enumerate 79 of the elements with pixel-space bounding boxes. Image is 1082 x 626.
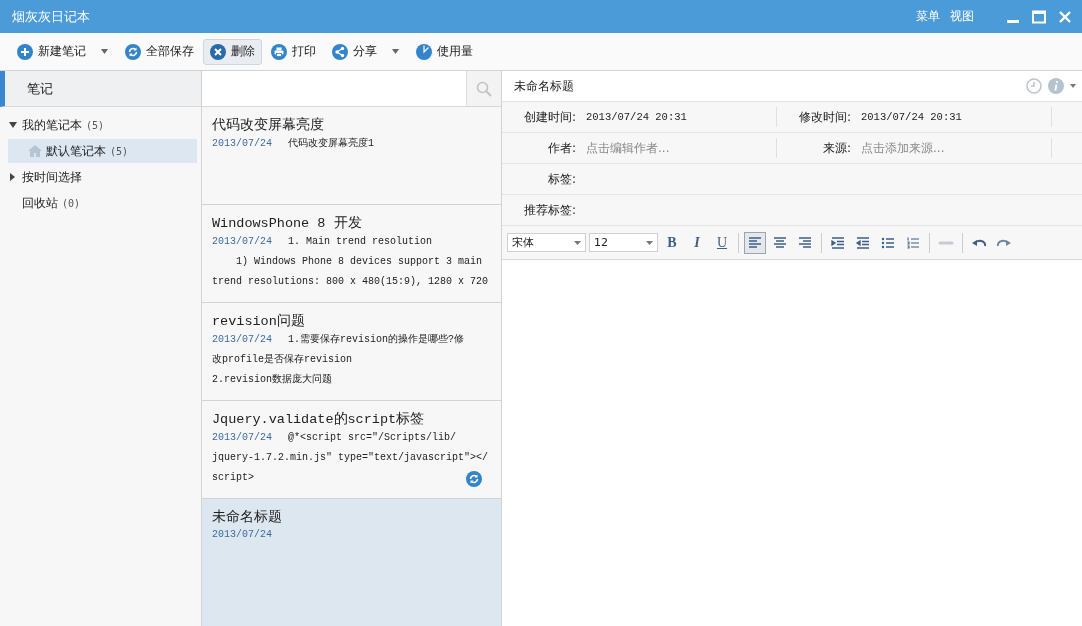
note-title: revision问题	[212, 312, 306, 330]
tree-item[interactable]: 默认笔记本 (5)	[8, 139, 197, 163]
field-label: 来源:	[821, 139, 852, 157]
count-label: (5)	[110, 145, 129, 157]
note-excerpt: 1.需要保存revision的操作是哪些?修	[288, 333, 465, 347]
note-excerpt: script>	[212, 471, 255, 485]
note-date: 2013/07/24	[212, 528, 272, 542]
note-title: WindowsPhone 8 开发	[212, 215, 363, 232]
notebook-label: 回收站	[22, 194, 58, 212]
toolbar-button[interactable]: 删除	[203, 38, 262, 65]
note-excerpt: @*<script src="/Scripts/lib/	[288, 431, 457, 445]
field-label: 作者:	[546, 139, 577, 157]
note-title: 代码改变屏幕亮度	[212, 116, 325, 134]
field-label: 推荐标签:	[522, 201, 577, 219]
note-item[interactable]: WindowsPhone 8 开发 2013/07/24 1. Main trend resolution 1) Windows Phone 8 devices support 3 main trend resolutions: 800 x 480(15:9), 1280 x 720	[202, 205, 501, 303]
note-excerpt: jquery-1.7.2.min.js" type="text/javascript"></	[212, 451, 490, 465]
refresh-icon	[125, 43, 141, 60]
note-item[interactable]: 代码改变屏幕亮度 2013/07/24 代码改变屏幕亮度1	[202, 107, 501, 205]
maximize-icon[interactable]	[1032, 9, 1046, 24]
caret-icon[interactable]	[1070, 84, 1076, 88]
count-label: (0)	[62, 197, 81, 209]
input-field[interactable]: 点击添加来源...	[861, 139, 945, 157]
align-left-icon	[747, 234, 763, 251]
toolbar-button[interactable]: 使用量	[409, 38, 480, 65]
caret-icon	[646, 240, 653, 245]
tree-item[interactable]: 按时间选择	[8, 165, 197, 189]
note-excerpt: trend resolutions: 800 x 480(15:9), 1280 x 720	[212, 275, 490, 289]
input-field[interactable]: 点击编辑作者...	[586, 139, 670, 157]
note-title: 未命名标题	[212, 508, 283, 526]
note-date: 2013/07/24	[212, 137, 272, 151]
share-icon	[332, 43, 348, 60]
caret-icon[interactable]	[392, 49, 399, 54]
note-item[interactable]: revision问题 2013/07/24 1.需要保存revision的操作是哪些?修 改profile是否保存revision 2.revision数据庞大问题	[202, 303, 501, 401]
size-select[interactable]: 12	[589, 233, 658, 252]
align-right-icon	[797, 234, 813, 251]
underline-button[interactable]: U	[711, 231, 733, 254]
close-icon[interactable]	[1058, 9, 1072, 24]
toolbar-button[interactable]: 新建笔记	[10, 38, 93, 65]
note-date: 2013/07/24	[212, 235, 272, 249]
notebook-label: 默认笔记本	[46, 142, 106, 160]
field-label: 标签:	[546, 170, 577, 188]
search-field[interactable]	[202, 71, 467, 107]
note-excerpt: 改profile是否保存revision	[212, 353, 353, 367]
link-icon	[938, 239, 954, 246]
caret-icon	[574, 240, 581, 245]
align-button[interactable]	[744, 231, 766, 254]
note-date: 2013/07/24	[212, 333, 272, 347]
caret-icon[interactable]	[101, 49, 108, 54]
plus-icon	[17, 43, 33, 60]
toolbar-button[interactable]: 分享	[325, 38, 384, 65]
tree-item[interactable]: 我的笔记本 (5)	[8, 113, 197, 137]
expand-arrow-icon[interactable]	[8, 121, 18, 129]
count-label: (5)	[86, 119, 105, 131]
note-excerpt: 1. Main trend resolution	[288, 235, 433, 249]
sidebar-header[interactable]: 笔记	[0, 71, 201, 107]
font-select[interactable]: 宋体	[507, 233, 586, 252]
toolbar-button[interactable]: 全部保存	[118, 38, 201, 65]
home-icon	[28, 145, 42, 157]
timestamp-value: 2013/07/24 20:31	[861, 111, 962, 123]
note-excerpt: 2.revision数据庞大问题	[212, 372, 333, 387]
printer-icon	[271, 43, 287, 60]
tree-item[interactable]: 回收站 (0)	[8, 191, 197, 215]
field-label: 创建时间:	[522, 108, 577, 126]
note-date: 2013/07/24	[212, 431, 272, 445]
toolbar-button[interactable]: 打印	[264, 38, 323, 65]
notebook-label: 我的笔记本	[22, 116, 82, 134]
pie-chart-icon	[416, 43, 432, 60]
bold-button[interactable]: B	[661, 231, 683, 254]
note-excerpt: 代码改变屏幕亮度1	[288, 136, 375, 151]
italic-button[interactable]: I	[686, 231, 708, 254]
timestamp-value: 2013/07/24 20:31	[586, 111, 687, 123]
note-title: Jquery.validate的script标签	[212, 410, 426, 428]
notebook-label: 按时间选择	[22, 168, 82, 186]
window-title: 烟灰灰日记本	[12, 7, 91, 26]
title-field[interactable]: 未命名标题	[514, 77, 1026, 95]
close-circle-icon	[210, 43, 226, 60]
field-label: 修改时间:	[797, 108, 852, 126]
note-excerpt: 1) Windows Phone 8 devices support 3 main	[235, 255, 484, 269]
align-center-icon	[772, 234, 788, 251]
